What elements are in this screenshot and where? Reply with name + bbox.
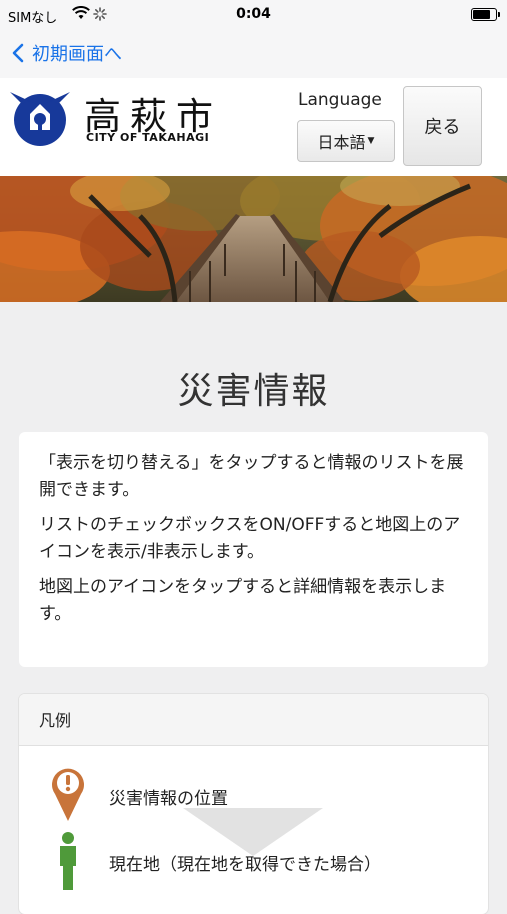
site-header: 高萩市 CITY OF TAKAHAGI Language 日本語 ▼ 戻る — [0, 78, 507, 176]
legend-card: 凡例 災害情報の位置 現在地（現在地を取得できた場合） — [19, 694, 488, 914]
language-label: Language — [298, 90, 382, 110]
language-select-value: 日本語 — [317, 133, 366, 152]
page-title: 災害情報 — [177, 371, 330, 412]
language-select[interactable]: 日本語 ▼ — [297, 120, 395, 162]
instruction-text: 「表示を切り替える」をタップすると情報のリストを展開できます。 — [39, 453, 464, 500]
chevron-left-icon — [12, 43, 24, 63]
status-bar: SIMなし 0:04 — [0, 0, 507, 30]
back-link-label: 初期画面へ — [32, 44, 122, 65]
person-icon — [60, 832, 76, 890]
legend-title: 凡例 — [19, 694, 488, 746]
instructions-card: 「表示を切り替える」をタップすると情報のリストを展開できます。 リストのチェック… — [19, 432, 488, 667]
battery-icon — [471, 8, 500, 21]
scroll-down-indicator[interactable] — [183, 808, 323, 856]
city-emblem-icon — [10, 92, 70, 146]
caret-down-icon: ▼ — [367, 136, 375, 146]
legend-item-label: 災害情報の位置 — [109, 789, 228, 809]
city-name-english: CITY OF TAKAHAGI — [86, 131, 210, 144]
instruction-text: 地図上のアイコンをタップすると詳細情報を表示します。 — [39, 577, 447, 624]
navigation-bar: 初期画面へ — [0, 30, 507, 78]
back-to-start-link[interactable]: 初期画面へ — [12, 40, 122, 66]
instruction-text: リストのチェックボックスをON/OFFすると地図上のアイコンを表示/非表示します… — [39, 515, 461, 562]
hero-banner-image — [0, 176, 507, 302]
map-pin-warning-icon — [52, 768, 84, 821]
clock: 0:04 — [236, 6, 271, 22]
return-button[interactable]: 戻る — [403, 86, 482, 166]
